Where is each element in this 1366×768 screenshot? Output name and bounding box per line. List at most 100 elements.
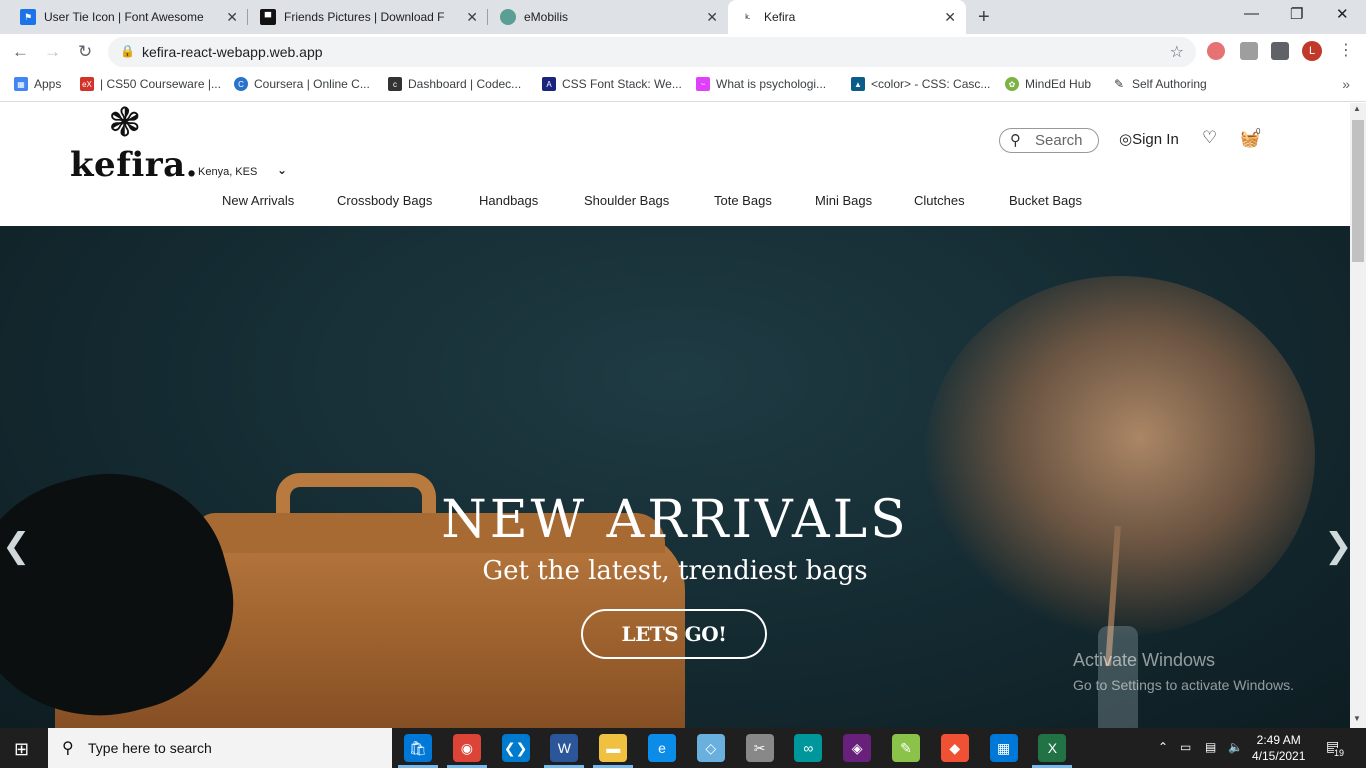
sign-in-link[interactable]: ◎Sign In — [1119, 130, 1179, 148]
menu-kebab-icon[interactable]: ⋮ — [1338, 40, 1354, 60]
calendar-icon[interactable]: ▦ — [989, 734, 1018, 762]
url-text[interactable]: kefira-react-webapp.web.app — [142, 44, 323, 60]
taskbar-search-input[interactable]: Type here to search — [88, 740, 212, 756]
nav-mini-bags[interactable]: Mini Bags — [815, 193, 872, 208]
lets-go-button[interactable]: LETS GO! — [581, 609, 767, 659]
coursera-icon: C — [234, 77, 248, 91]
tray-network-icon[interactable]: ▤ — [1205, 740, 1216, 754]
nav-handbags[interactable]: Handbags — [479, 193, 538, 208]
notification-count-badge: 19 — [1334, 748, 1345, 758]
nav-bucket-bags[interactable]: Bucket Bags — [1009, 193, 1082, 208]
bookmark-css-font-stack[interactable]: A CSS Font Stack: We... — [542, 77, 682, 91]
activate-windows-title: Activate Windows — [1073, 650, 1216, 670]
close-icon[interactable]: ✕ — [466, 9, 478, 26]
site-logo[interactable]: kefira. — [70, 145, 198, 185]
close-icon[interactable]: ✕ — [944, 9, 956, 26]
cssfontstack-icon: A — [542, 77, 556, 91]
tab-emobilis[interactable]: eMobilis ✕ — [488, 0, 728, 34]
word-icon[interactable]: W — [550, 734, 579, 762]
vscode-icon[interactable]: ❮❯ — [501, 734, 530, 762]
snipping-icon[interactable]: ✂ — [745, 734, 774, 762]
tray-volume-icon[interactable]: 🔈 — [1228, 740, 1243, 754]
tab-kefira[interactable]: k. Kefira ✕ — [728, 0, 966, 34]
windows-start-icon[interactable]: ⊞ — [14, 739, 29, 760]
windows-taskbar: ⊞ ⚲ Type here to search 🛍 ◉ ❮❯ W ▬ e ◇ ✂ ∞ ◈ ✎ ◆ ▦ X … — [0, 728, 1366, 768]
pen-icon: ✎ — [1112, 77, 1126, 91]
lock-icon[interactable]: 🔒 — [120, 44, 135, 58]
minded-icon: ✿ — [1005, 77, 1019, 91]
taskbar-search[interactable]: ⚲ Type here to search — [48, 728, 392, 768]
store-icon[interactable]: 🛍 — [404, 734, 432, 762]
edge-icon[interactable]: e — [648, 734, 676, 762]
browser-toolbar: ← → ↻ 🔒 kefira-react-webapp.web.app ☆ — [0, 34, 1366, 70]
minimize-button[interactable]: — — [1244, 5, 1259, 22]
back-button[interactable]: ← — [12, 42, 29, 62]
close-icon[interactable]: ✕ — [226, 9, 238, 26]
carousel-prev-icon[interactable]: ❮ — [2, 526, 31, 566]
bookmark-codecademy[interactable]: c Dashboard | Codec... — [388, 77, 521, 91]
tab-strip: ⚑ User Tie Icon | Font Awesome ✕ ▀ Frien… — [0, 0, 1366, 34]
hero-subtitle: Get the latest, trendiest bags — [482, 556, 868, 586]
nav-clutches[interactable]: Clutches — [914, 193, 965, 208]
nav-new-arrivals[interactable]: New Arrivals — [222, 193, 294, 208]
forward-button[interactable]: → — [44, 42, 61, 62]
notepad-icon[interactable]: ◇ — [696, 734, 725, 762]
nav-shoulder-bags[interactable]: Shoulder Bags — [584, 193, 669, 208]
extension-block-icon[interactable] — [1207, 42, 1225, 60]
cart-count-badge: 0 — [1256, 127, 1261, 136]
arduino-icon[interactable]: ∞ — [794, 734, 823, 762]
git-icon[interactable]: ◆ — [940, 734, 969, 762]
logo-flower-icon[interactable]: ❃ — [108, 103, 142, 143]
scroll-up-icon[interactable]: ▲ — [1353, 104, 1361, 113]
bookmark-minded-hub[interactable]: ✿ MindEd Hub — [1005, 77, 1091, 91]
tray-chevron-up-icon[interactable]: ⌃ — [1158, 740, 1168, 754]
wishlist-heart-icon[interactable]: ♡ — [1202, 128, 1217, 148]
notepadpp-icon[interactable]: ✎ — [892, 734, 920, 762]
extensions-puzzle-icon[interactable] — [1271, 42, 1289, 60]
maximize-button[interactable]: ❐ — [1290, 5, 1303, 23]
scrollbar-thumb[interactable] — [1352, 120, 1364, 262]
reload-button[interactable]: ↻ — [78, 42, 92, 62]
kefira-icon: k. — [740, 9, 756, 25]
bookmark-coursera[interactable]: C Coursera | Online C... — [234, 77, 370, 91]
bookmarks-overflow-button[interactable]: » — [1342, 76, 1350, 92]
address-bar[interactable]: 🔒 kefira-react-webapp.web.app ☆ — [108, 37, 1196, 67]
nav-crossbody-bags[interactable]: Crossbody Bags — [337, 193, 432, 208]
bookmark-star-icon[interactable]: ☆ — [1170, 42, 1184, 62]
carousel-next-icon[interactable]: ❯ — [1324, 526, 1350, 566]
tray-battery-icon[interactable]: ▭ — [1180, 740, 1191, 754]
chrome-icon[interactable]: ◉ — [452, 734, 481, 762]
visual-studio-icon[interactable]: ◈ — [843, 734, 872, 762]
bookmark-apps[interactable]: ▦ Apps — [14, 77, 61, 91]
file-explorer-icon[interactable]: ▬ — [599, 734, 628, 762]
extension-image-icon[interactable] — [1240, 42, 1258, 60]
search-box[interactable]: ⚲ Search — [999, 128, 1099, 153]
close-window-button[interactable]: ✕ — [1336, 5, 1349, 23]
apps-grid-icon: ▦ — [14, 77, 28, 91]
bookmark-mdn-color[interactable]: ▲ <color> - CSS: Casc... — [851, 77, 990, 91]
close-icon[interactable]: ✕ — [706, 9, 718, 26]
activate-windows-subtitle: Go to Settings to activate Windows. — [1073, 677, 1294, 693]
taskbar-clock[interactable]: 2:49 AM 4/15/2021 — [1252, 732, 1305, 764]
webpage: ❃ kefira. Kenya, KES ⌄ ⚲ Search ◎Sign In… — [0, 103, 1350, 728]
hero-carousel: NEW ARRIVALS Get the latest, trendiest b… — [0, 226, 1350, 728]
tab-font-awesome[interactable]: ⚑ User Tie Icon | Font Awesome ✕ — [8, 0, 248, 34]
tab-friends-pictures[interactable]: ▀ Friends Pictures | Download Free ✕ — [248, 0, 488, 34]
profile-avatar[interactable]: L — [1302, 41, 1322, 61]
nav-tote-bags[interactable]: Tote Bags — [714, 193, 772, 208]
user-circle-icon: ◎ — [1119, 131, 1133, 148]
excel-icon[interactable]: X — [1038, 734, 1067, 762]
emobilis-icon — [500, 9, 516, 25]
bookmark-psychology[interactable]: ~ What is psychologi... — [696, 77, 826, 91]
scroll-down-icon[interactable]: ▼ — [1353, 714, 1361, 723]
search-icon: ⚲ — [62, 740, 74, 757]
bookmark-cs50[interactable]: eX | CS50 Courseware |... — [80, 77, 221, 91]
region-selector[interactable]: Kenya, KES — [198, 166, 257, 178]
bookmark-self-authoring[interactable]: ✎ Self Authoring — [1112, 77, 1207, 91]
bookmarks-bar: ▦ Apps eX | CS50 Courseware |... C Cours… — [0, 70, 1366, 102]
chevron-down-icon[interactable]: ⌄ — [277, 163, 287, 177]
flag-icon: ⚑ — [20, 9, 36, 25]
search-input[interactable]: Search — [1035, 132, 1083, 149]
new-tab-button[interactable]: + — [978, 6, 990, 29]
psych-icon: ~ — [696, 77, 710, 91]
